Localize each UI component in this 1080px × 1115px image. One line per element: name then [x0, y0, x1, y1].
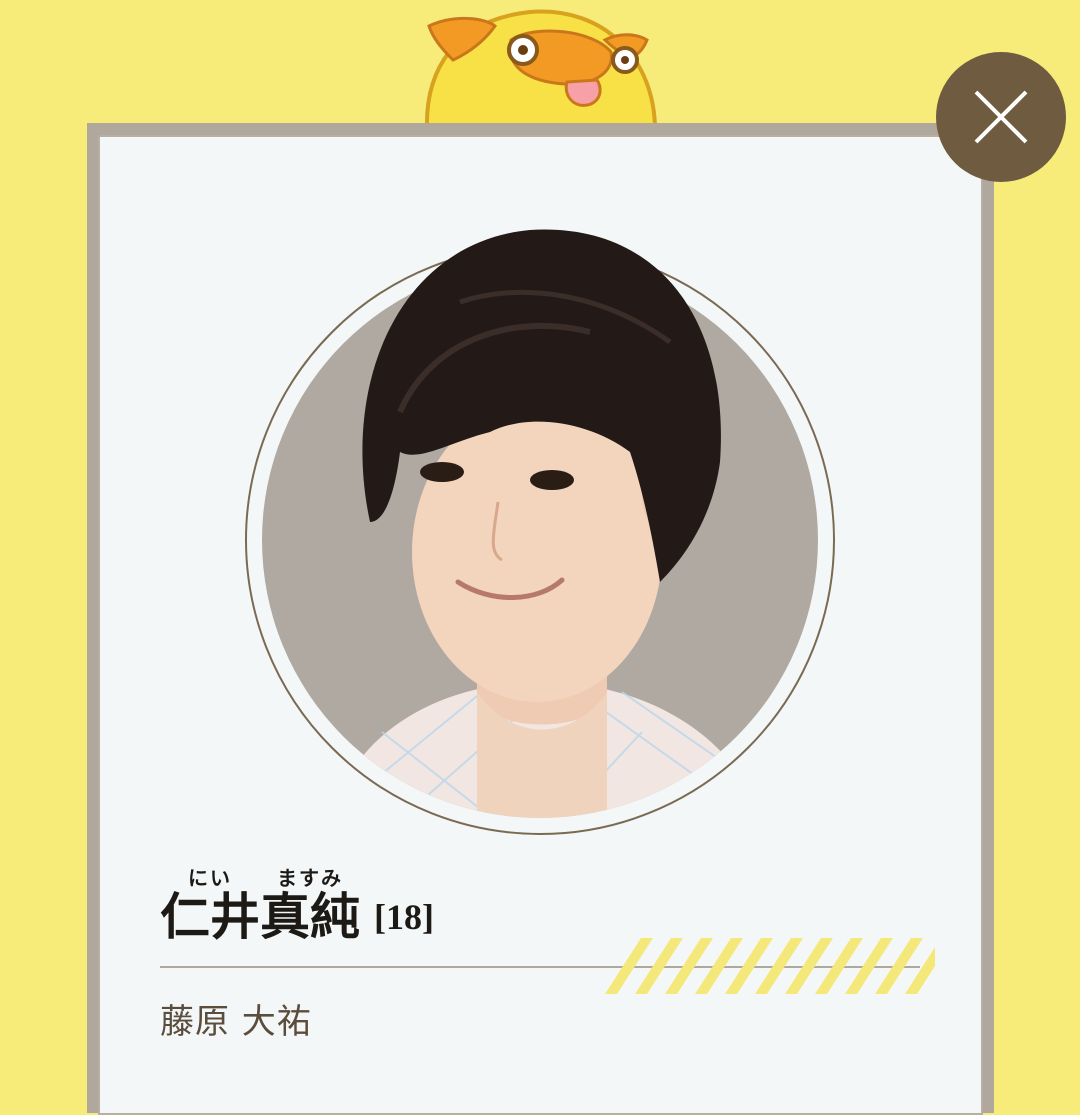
portrait-hair [362, 229, 721, 582]
name-reading: にい [188, 866, 232, 890]
close-icon [974, 90, 1028, 144]
name-kanji: 真純 [260, 888, 360, 946]
character-age: [18] [374, 897, 434, 937]
character-name-part: にい 仁井 [160, 866, 260, 944]
decorative-stripes [605, 938, 935, 994]
actor-name: 藤原 大祐 [160, 1002, 312, 1042]
duck-mascot-icon [424, 9, 658, 130]
close-button[interactable] [936, 52, 1066, 182]
name-reading: ますみ [277, 866, 343, 890]
character-name-part: ますみ 真純 [260, 866, 360, 944]
name-kanji: 仁井 [160, 888, 260, 946]
character-name: にい 仁井 ますみ 真純 [18] [160, 866, 434, 946]
